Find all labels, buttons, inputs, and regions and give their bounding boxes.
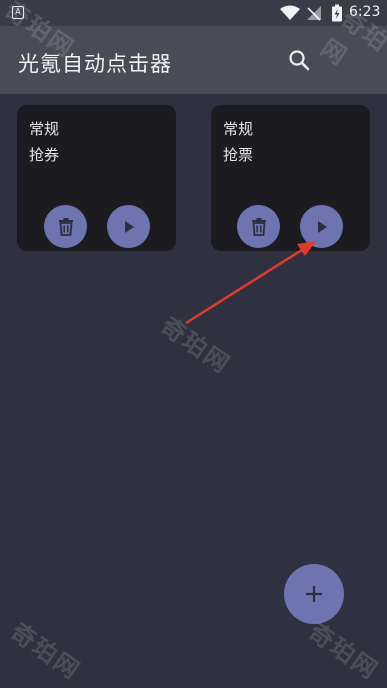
wifi-icon (280, 5, 300, 20)
app-title: 光氪自动点击器 (18, 52, 172, 76)
delete-button[interactable] (44, 205, 87, 248)
play-icon (124, 220, 134, 233)
watermark: 奇珀网 (5, 617, 86, 686)
trash-icon (251, 217, 266, 236)
watermark: 奇珀网 (155, 311, 236, 380)
plus-icon (306, 586, 322, 602)
task-category: 常规 (223, 120, 254, 138)
task-name: 抢票 (223, 146, 254, 164)
task-category: 常规 (29, 120, 60, 138)
task-card[interactable]: 常规 抢券 (17, 105, 176, 251)
play-button[interactable] (107, 205, 150, 248)
play-button[interactable] (300, 205, 343, 248)
play-icon (317, 220, 327, 233)
no-signal-icon (307, 6, 321, 21)
search-icon[interactable] (288, 49, 310, 71)
watermark: 奇珀网 (303, 617, 384, 686)
delete-button[interactable] (237, 205, 280, 248)
trash-icon (58, 217, 73, 236)
task-name: 抢券 (29, 146, 60, 164)
add-task-button[interactable] (284, 564, 344, 624)
task-card[interactable]: 常规 抢票 (211, 105, 370, 251)
